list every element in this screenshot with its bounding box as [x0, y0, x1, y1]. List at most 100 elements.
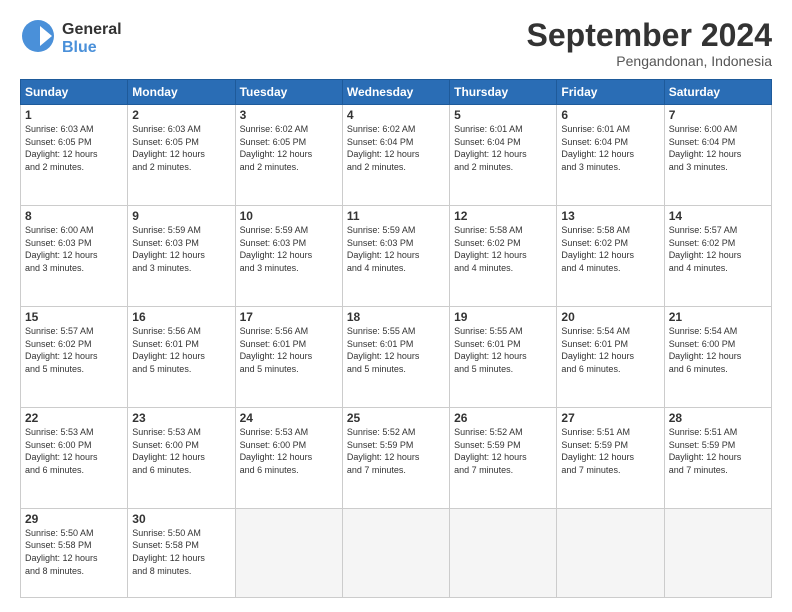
col-header-saturday: Saturday [664, 80, 771, 105]
calendar-cell: 8Sunrise: 6:00 AM Sunset: 6:03 PM Daylig… [21, 206, 128, 307]
calendar-cell: 20Sunrise: 5:54 AM Sunset: 6:01 PM Dayli… [557, 307, 664, 408]
logo-text-blue: Blue [62, 39, 122, 57]
day-info: Sunrise: 5:53 AM Sunset: 6:00 PM Dayligh… [132, 426, 230, 476]
logo-text-general: General [62, 21, 122, 39]
calendar-cell [235, 508, 342, 597]
day-info: Sunrise: 6:00 AM Sunset: 6:03 PM Dayligh… [25, 224, 123, 274]
day-number: 22 [25, 411, 123, 425]
calendar-cell: 26Sunrise: 5:52 AM Sunset: 5:59 PM Dayli… [450, 407, 557, 508]
col-header-sunday: Sunday [21, 80, 128, 105]
day-number: 14 [669, 209, 767, 223]
day-number: 9 [132, 209, 230, 223]
day-info: Sunrise: 6:00 AM Sunset: 6:04 PM Dayligh… [669, 123, 767, 173]
calendar-cell: 22Sunrise: 5:53 AM Sunset: 6:00 PM Dayli… [21, 407, 128, 508]
day-info: Sunrise: 6:02 AM Sunset: 6:04 PM Dayligh… [347, 123, 445, 173]
day-number: 6 [561, 108, 659, 122]
calendar-cell [557, 508, 664, 597]
day-info: Sunrise: 6:01 AM Sunset: 6:04 PM Dayligh… [454, 123, 552, 173]
calendar-row-3: 22Sunrise: 5:53 AM Sunset: 6:00 PM Dayli… [21, 407, 772, 508]
day-number: 1 [25, 108, 123, 122]
col-header-monday: Monday [128, 80, 235, 105]
day-info: Sunrise: 5:56 AM Sunset: 6:01 PM Dayligh… [240, 325, 338, 375]
calendar-cell: 25Sunrise: 5:52 AM Sunset: 5:59 PM Dayli… [342, 407, 449, 508]
calendar-cell: 29Sunrise: 5:50 AM Sunset: 5:58 PM Dayli… [21, 508, 128, 597]
calendar-cell: 23Sunrise: 5:53 AM Sunset: 6:00 PM Dayli… [128, 407, 235, 508]
day-number: 26 [454, 411, 552, 425]
calendar-cell: 4Sunrise: 6:02 AM Sunset: 6:04 PM Daylig… [342, 105, 449, 206]
day-info: Sunrise: 5:57 AM Sunset: 6:02 PM Dayligh… [669, 224, 767, 274]
calendar-table: SundayMondayTuesdayWednesdayThursdayFrid… [20, 79, 772, 598]
day-info: Sunrise: 6:01 AM Sunset: 6:04 PM Dayligh… [561, 123, 659, 173]
calendar-cell: 30Sunrise: 5:50 AM Sunset: 5:58 PM Dayli… [128, 508, 235, 597]
calendar-cell: 28Sunrise: 5:51 AM Sunset: 5:59 PM Dayli… [664, 407, 771, 508]
calendar-cell: 10Sunrise: 5:59 AM Sunset: 6:03 PM Dayli… [235, 206, 342, 307]
day-number: 29 [25, 512, 123, 526]
day-number: 30 [132, 512, 230, 526]
day-number: 4 [347, 108, 445, 122]
day-number: 17 [240, 310, 338, 324]
calendar-cell: 17Sunrise: 5:56 AM Sunset: 6:01 PM Dayli… [235, 307, 342, 408]
day-info: Sunrise: 5:58 AM Sunset: 6:02 PM Dayligh… [454, 224, 552, 274]
day-number: 27 [561, 411, 659, 425]
day-number: 18 [347, 310, 445, 324]
calendar-cell: 6Sunrise: 6:01 AM Sunset: 6:04 PM Daylig… [557, 105, 664, 206]
col-header-friday: Friday [557, 80, 664, 105]
day-info: Sunrise: 5:50 AM Sunset: 5:58 PM Dayligh… [25, 527, 123, 577]
day-info: Sunrise: 5:52 AM Sunset: 5:59 PM Dayligh… [347, 426, 445, 476]
calendar-row-4: 29Sunrise: 5:50 AM Sunset: 5:58 PM Dayli… [21, 508, 772, 597]
calendar-cell: 27Sunrise: 5:51 AM Sunset: 5:59 PM Dayli… [557, 407, 664, 508]
location-subtitle: Pengandonan, Indonesia [527, 53, 772, 69]
day-number: 21 [669, 310, 767, 324]
calendar-row-1: 8Sunrise: 6:00 AM Sunset: 6:03 PM Daylig… [21, 206, 772, 307]
day-info: Sunrise: 5:53 AM Sunset: 6:00 PM Dayligh… [240, 426, 338, 476]
day-number: 19 [454, 310, 552, 324]
calendar-cell: 5Sunrise: 6:01 AM Sunset: 6:04 PM Daylig… [450, 105, 557, 206]
day-info: Sunrise: 6:02 AM Sunset: 6:05 PM Dayligh… [240, 123, 338, 173]
day-info: Sunrise: 5:55 AM Sunset: 6:01 PM Dayligh… [347, 325, 445, 375]
day-info: Sunrise: 5:57 AM Sunset: 6:02 PM Dayligh… [25, 325, 123, 375]
day-info: Sunrise: 5:50 AM Sunset: 5:58 PM Dayligh… [132, 527, 230, 577]
day-info: Sunrise: 5:55 AM Sunset: 6:01 PM Dayligh… [454, 325, 552, 375]
calendar-cell: 14Sunrise: 5:57 AM Sunset: 6:02 PM Dayli… [664, 206, 771, 307]
calendar-cell: 15Sunrise: 5:57 AM Sunset: 6:02 PM Dayli… [21, 307, 128, 408]
day-number: 28 [669, 411, 767, 425]
day-number: 10 [240, 209, 338, 223]
calendar-cell: 9Sunrise: 5:59 AM Sunset: 6:03 PM Daylig… [128, 206, 235, 307]
day-info: Sunrise: 6:03 AM Sunset: 6:05 PM Dayligh… [25, 123, 123, 173]
day-info: Sunrise: 5:51 AM Sunset: 5:59 PM Dayligh… [669, 426, 767, 476]
calendar-cell [664, 508, 771, 597]
calendar-cell: 19Sunrise: 5:55 AM Sunset: 6:01 PM Dayli… [450, 307, 557, 408]
day-number: 3 [240, 108, 338, 122]
day-number: 12 [454, 209, 552, 223]
header-row: SundayMondayTuesdayWednesdayThursdayFrid… [21, 80, 772, 105]
header: General Blue September 2024 Pengandonan,… [20, 18, 772, 69]
day-info: Sunrise: 5:54 AM Sunset: 6:00 PM Dayligh… [669, 325, 767, 375]
calendar-cell: 18Sunrise: 5:55 AM Sunset: 6:01 PM Dayli… [342, 307, 449, 408]
col-header-wednesday: Wednesday [342, 80, 449, 105]
calendar-cell: 3Sunrise: 6:02 AM Sunset: 6:05 PM Daylig… [235, 105, 342, 206]
calendar-cell: 11Sunrise: 5:59 AM Sunset: 6:03 PM Dayli… [342, 206, 449, 307]
calendar-cell: 21Sunrise: 5:54 AM Sunset: 6:00 PM Dayli… [664, 307, 771, 408]
calendar-cell [450, 508, 557, 597]
day-info: Sunrise: 5:59 AM Sunset: 6:03 PM Dayligh… [347, 224, 445, 274]
day-info: Sunrise: 5:51 AM Sunset: 5:59 PM Dayligh… [561, 426, 659, 476]
day-info: Sunrise: 5:59 AM Sunset: 6:03 PM Dayligh… [240, 224, 338, 274]
calendar-cell: 7Sunrise: 6:00 AM Sunset: 6:04 PM Daylig… [664, 105, 771, 206]
day-info: Sunrise: 6:03 AM Sunset: 6:05 PM Dayligh… [132, 123, 230, 173]
day-info: Sunrise: 5:59 AM Sunset: 6:03 PM Dayligh… [132, 224, 230, 274]
calendar-cell: 1Sunrise: 6:03 AM Sunset: 6:05 PM Daylig… [21, 105, 128, 206]
day-number: 11 [347, 209, 445, 223]
calendar-cell: 16Sunrise: 5:56 AM Sunset: 6:01 PM Dayli… [128, 307, 235, 408]
page: General Blue September 2024 Pengandonan,… [0, 0, 792, 612]
day-number: 2 [132, 108, 230, 122]
day-number: 7 [669, 108, 767, 122]
day-info: Sunrise: 5:52 AM Sunset: 5:59 PM Dayligh… [454, 426, 552, 476]
day-info: Sunrise: 5:53 AM Sunset: 6:00 PM Dayligh… [25, 426, 123, 476]
day-info: Sunrise: 5:58 AM Sunset: 6:02 PM Dayligh… [561, 224, 659, 274]
logo: General Blue [20, 18, 122, 59]
day-info: Sunrise: 5:56 AM Sunset: 6:01 PM Dayligh… [132, 325, 230, 375]
calendar-cell: 13Sunrise: 5:58 AM Sunset: 6:02 PM Dayli… [557, 206, 664, 307]
col-header-tuesday: Tuesday [235, 80, 342, 105]
day-number: 15 [25, 310, 123, 324]
calendar-row-0: 1Sunrise: 6:03 AM Sunset: 6:05 PM Daylig… [21, 105, 772, 206]
